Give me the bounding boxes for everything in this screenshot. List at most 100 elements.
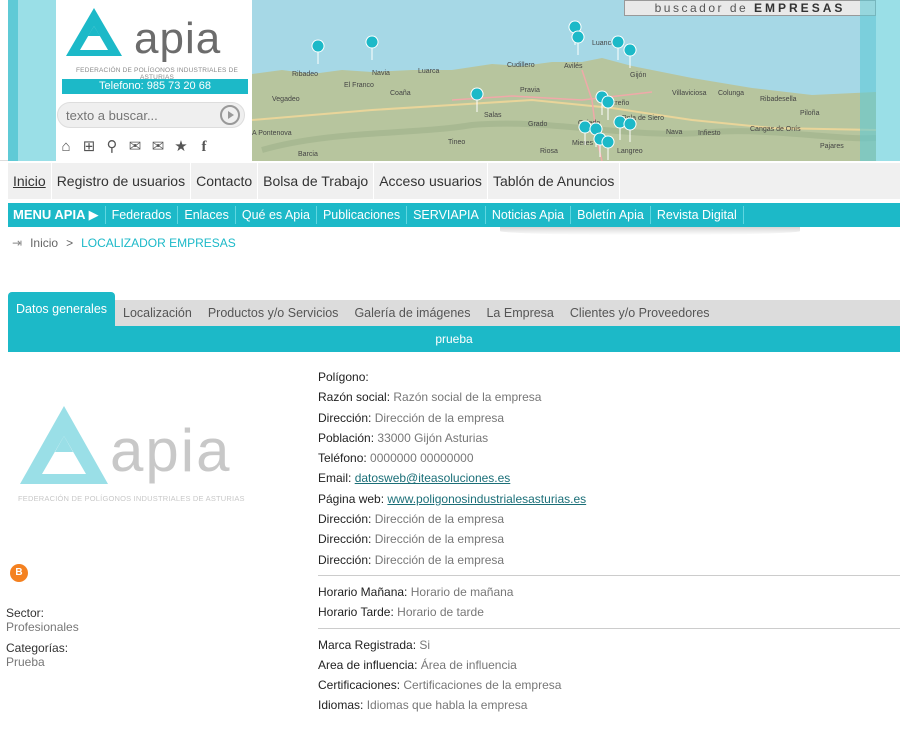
company-logo: apia FEDERACIÓN DE POLÍGONOS INDUSTRIALE… <box>12 398 262 508</box>
apia-menu-item[interactable]: Revista Digital <box>649 206 744 224</box>
detail-razon-social: Razón social: Razón social de la empresa <box>318 387 900 407</box>
detail-value: Razón social de la empresa <box>393 390 542 405</box>
detail-horario-tarde: Horario Tarde: Horario de tarde <box>318 602 900 622</box>
detail-label: Certificaciones: <box>318 678 401 693</box>
map-banner: buscador de EMPRESAS <box>624 0 876 16</box>
location-pin-icon[interactable]: ⚲ <box>104 139 120 155</box>
breadcrumb-arrow-icon: ⇥ <box>12 236 23 250</box>
apia-menu-item[interactable]: Federados <box>104 206 178 224</box>
home-icon[interactable]: ⌂ <box>58 139 74 155</box>
detail-label: Email: <box>318 471 352 486</box>
tab-clientes[interactable]: Clientes y/o Proveedores <box>562 300 718 326</box>
divider <box>318 627 900 629</box>
map-marker[interactable] <box>601 135 615 161</box>
top-menu-item[interactable]: Inicio <box>8 163 52 199</box>
header-phone: Telefono: 985 73 20 68 <box>62 79 248 94</box>
detail-direccion: Dirección: Dirección de la empresa <box>318 529 900 549</box>
detail-value: Si <box>419 637 431 652</box>
apia-menu-item[interactable]: SERVIAPIA <box>406 206 485 224</box>
apia-menu-item[interactable]: Qué es Apia <box>234 206 316 224</box>
top-menu-item[interactable]: Tablón de Anuncios <box>488 163 621 199</box>
sitemap-icon[interactable]: ⊞ <box>81 139 97 155</box>
detail-label: Población: <box>318 430 375 445</box>
map-marker[interactable] <box>571 30 585 56</box>
detail-marca-registrada: Marca Registrada: Si <box>318 635 900 655</box>
tab-la-empresa[interactable]: La Empresa <box>478 300 561 326</box>
open-mail-icon[interactable]: ✉ <box>127 139 143 155</box>
breadcrumb-current: LOCALIZADOR EMPRESAS <box>81 236 236 250</box>
breadcrumb-home[interactable]: Inicio <box>30 236 58 250</box>
map-marker[interactable] <box>578 120 592 146</box>
categories-label: Categorías: <box>6 641 69 655</box>
sector-value: Profesionales <box>6 620 79 634</box>
detail-certificaciones: Certificaciones: Certificaciones de la e… <box>318 675 900 695</box>
detail-label: Dirección: <box>318 552 372 567</box>
tab-galeria[interactable]: Galería de imágenes <box>346 300 478 326</box>
detail-value: 33000 Gijón Asturias <box>377 430 489 445</box>
map-banner-strong: EMPRESAS <box>754 1 846 15</box>
map-marker[interactable] <box>470 87 484 113</box>
website-link[interactable]: www.poligonosindustrialesasturias.es <box>387 492 586 506</box>
categories-value: Prueba <box>6 655 45 669</box>
map-marker[interactable] <box>613 115 627 141</box>
detail-idiomas: Idiomas: Idiomas que habla la empresa <box>318 695 900 715</box>
star-icon[interactable]: ★ <box>173 139 189 155</box>
apia-menu-brand[interactable]: MENU APIA ▶ <box>8 207 105 223</box>
company-logo-subtitle: FEDERACIÓN DE POLÍGONOS INDUSTRIALES DE … <box>18 494 245 503</box>
tab-productos[interactable]: Productos y/o Servicios <box>200 300 347 326</box>
email-link[interactable]: datosweb@iteasoluciones.es <box>355 471 511 485</box>
apia-menu-item[interactable]: Publicaciones <box>315 206 406 224</box>
top-menu-item[interactable]: Contacto <box>191 163 259 199</box>
map-marker[interactable] <box>623 117 637 143</box>
detail-value: Horario de mañana <box>410 584 514 599</box>
top-menu-item[interactable]: Acceso usuarios <box>374 163 488 199</box>
detail-label: Página web: <box>318 491 385 506</box>
detail-telefono: Teléfono: 0000000 00000000 <box>318 448 900 468</box>
top-menu: Inicio Registro de usuarios Contacto Bol… <box>8 163 900 199</box>
sector-label: Sector: <box>6 606 45 620</box>
company-name-bar: prueba <box>8 326 900 352</box>
search-go-icon[interactable] <box>220 105 240 125</box>
detail-area-influencia: Area de influencia: Área de influencia <box>318 655 900 675</box>
detail-value: Certificaciones de la empresa <box>403 678 562 693</box>
apia-menu-item[interactable]: Noticias Apia <box>484 206 570 224</box>
detail-value: Dirección de la empresa <box>374 410 505 425</box>
company-tabs: Datos generales Localización Productos y… <box>8 292 900 326</box>
blogger-icon[interactable]: B <box>10 564 28 582</box>
map-marker[interactable] <box>311 39 325 65</box>
detail-label: Razón social: <box>318 390 391 405</box>
facebook-icon[interactable]: f <box>196 139 212 155</box>
apia-logo-icon[interactable] <box>64 6 124 58</box>
map-marker[interactable] <box>601 95 615 121</box>
search-input[interactable] <box>58 103 208 127</box>
header-logo-text[interactable]: apia <box>134 14 221 64</box>
detail-value: 0000000 00000000 <box>370 451 474 466</box>
map-marker[interactable] <box>611 35 625 61</box>
menu-shadow <box>500 227 800 235</box>
mail-icon[interactable]: ✉ <box>150 139 166 155</box>
top-menu-item[interactable]: Registro de usuarios <box>52 163 192 199</box>
companies-map[interactable]: Ribadeo Navia Luarca Cudillero Avilés Gi… <box>252 0 876 161</box>
breadcrumb: ⇥ Inicio > LOCALIZADOR EMPRESAS <box>12 236 236 250</box>
decorative-stripe-left-dark <box>8 0 18 161</box>
detail-label: Dirección: <box>318 410 372 425</box>
detail-label: Horario Mañana: <box>318 584 408 599</box>
detail-direccion: Dirección: Dirección de la empresa <box>318 550 900 570</box>
decorative-stripe-right <box>876 0 900 161</box>
decorative-stripe-right-dark <box>860 0 876 161</box>
apia-menu-item[interactable]: Boletín Apia <box>570 206 650 224</box>
map-marker[interactable] <box>365 35 379 61</box>
detail-direccion: Dirección: Dirección de la empresa <box>318 408 900 428</box>
top-menu-item[interactable]: Bolsa de Trabajo <box>258 163 375 199</box>
map-marker[interactable] <box>623 43 637 69</box>
detail-value: Área de influencia <box>420 657 517 672</box>
detail-label: Idiomas: <box>318 698 364 713</box>
categories-field: Categorías: Prueba <box>6 641 68 669</box>
tab-datos-generales[interactable]: Datos generales <box>8 292 116 326</box>
tab-localizacion[interactable]: Localización <box>115 300 200 326</box>
detail-label: Horario Tarde: <box>318 605 394 620</box>
header-logo-area: apia FEDERACIÓN DE POLÍGONOS INDUSTRIALE… <box>56 0 252 161</box>
company-logo-text: apia <box>110 417 232 484</box>
divider <box>318 574 900 576</box>
apia-menu-item[interactable]: Enlaces <box>177 206 234 224</box>
